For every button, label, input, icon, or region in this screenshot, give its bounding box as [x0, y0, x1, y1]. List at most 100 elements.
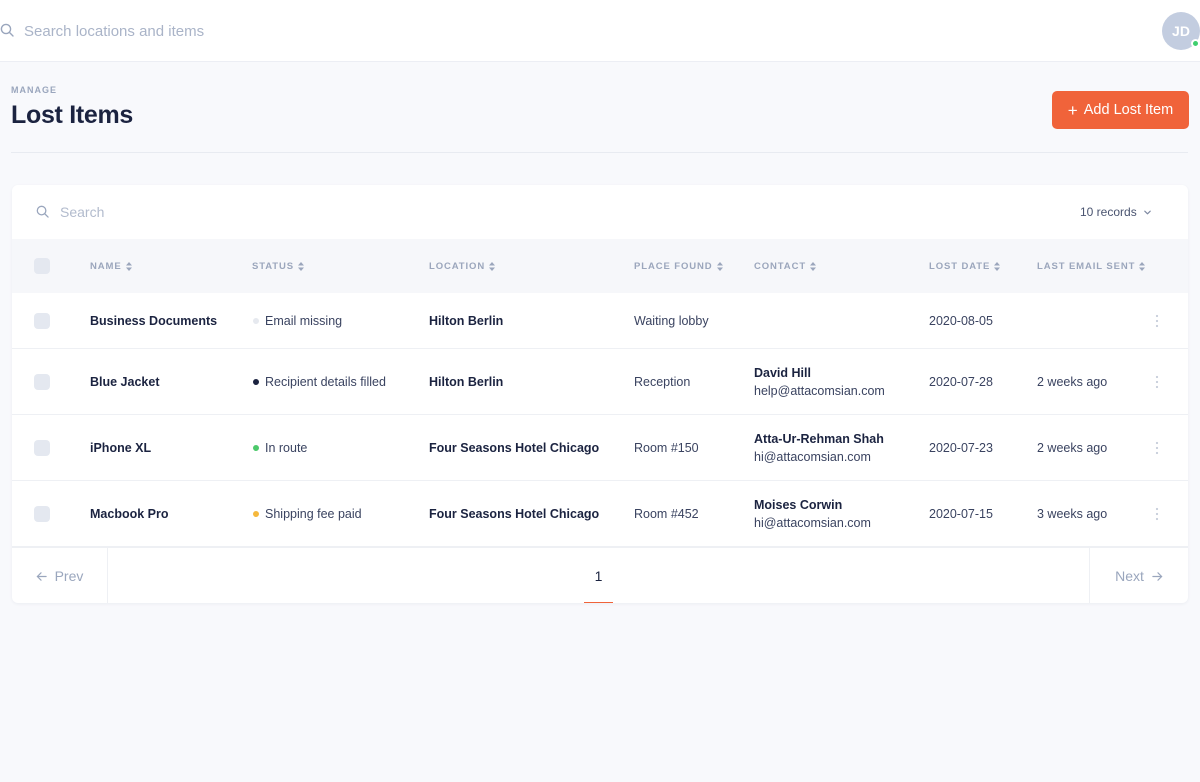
column-header-label: PLACE FOUND	[634, 260, 713, 272]
location: Four Seasons Hotel Chicago	[429, 506, 600, 521]
lost-date: 2020-08-05	[929, 313, 993, 328]
contact-cell: David Hill help@attacomsian.com	[754, 349, 885, 414]
contact-email: hi@attacomsian.com	[754, 449, 871, 464]
status-label: In route	[265, 440, 308, 455]
status-dot	[253, 444, 259, 451]
more-actions-icon[interactable]	[1154, 441, 1160, 455]
column-header-status[interactable]: STATUS	[252, 239, 304, 293]
column-header-label: NAME	[90, 260, 122, 272]
sort-icon	[716, 261, 723, 271]
column-header-label: LOCATION	[429, 260, 486, 272]
prev-label: Prev	[54, 568, 84, 584]
contact-name: Atta-Ur-Rehman Shah	[754, 431, 884, 446]
column-header-label: CONTACT	[754, 260, 807, 272]
last-email-sent: 2 weeks ago	[1037, 440, 1108, 455]
status-cell: Email missing	[253, 293, 342, 348]
column-header-label: LOST DATE	[929, 260, 991, 272]
table-row[interactable]: Macbook Pro Shipping fee paid Four Seaso…	[12, 481, 1188, 547]
next-label: Next	[1115, 568, 1144, 584]
status-dot	[253, 317, 259, 324]
online-status-indicator	[1191, 39, 1200, 48]
status-cell: Shipping fee paid	[253, 481, 362, 546]
contact-cell: Atta-Ur-Rehman Shah hi@attacomsian.com	[754, 415, 884, 480]
records-per-page-select[interactable]: 10 records	[1080, 203, 1170, 221]
global-search-input[interactable]	[24, 19, 424, 43]
last-email-sent: 2 weeks ago	[1037, 374, 1108, 389]
page-title: Lost Items	[11, 101, 134, 129]
arrow-left-icon	[36, 571, 47, 581]
location: Four Seasons Hotel Chicago	[429, 440, 600, 455]
chevron-down-icon	[1143, 210, 1151, 214]
sort-icon	[125, 261, 132, 271]
location: Hilton Berlin	[429, 374, 504, 389]
contact-email: help@attacomsian.com	[754, 383, 885, 398]
lost-items-card: 10 records NAME STATUS LOCATION PLACE FO…	[12, 185, 1188, 603]
contact-name: Moises Corwin	[754, 497, 843, 512]
contact-cell: Moises Corwin hi@attacomsian.com	[754, 481, 871, 546]
item-name: Blue Jacket	[90, 374, 160, 389]
search-icon	[0, 23, 14, 37]
contact-name: David Hill	[754, 365, 811, 380]
contact-email: hi@attacomsian.com	[754, 515, 871, 530]
more-actions-icon[interactable]	[1154, 375, 1160, 389]
item-name: Business Documents	[90, 313, 218, 328]
more-actions-icon[interactable]	[1154, 314, 1160, 328]
row-checkbox[interactable]	[34, 506, 50, 522]
table-row[interactable]: iPhone XL In route Four Seasons Hotel Ch…	[12, 415, 1188, 481]
column-header-name[interactable]: NAME	[90, 239, 132, 293]
top-bar: JD	[0, 0, 1200, 62]
search-icon	[36, 205, 49, 218]
sort-icon	[810, 261, 817, 271]
place-found: Room #150	[634, 440, 699, 455]
status-dot	[253, 378, 259, 385]
row-checkbox[interactable]	[34, 440, 50, 456]
page-number-button[interactable]: 1	[584, 548, 613, 603]
records-per-page-label: 10 records	[1080, 205, 1137, 219]
place-found: Reception	[634, 374, 691, 389]
pagination: Prev 1 Next	[12, 547, 1188, 603]
column-header-place-found[interactable]: PLACE FOUND	[634, 239, 723, 293]
lost-date: 2020-07-23	[929, 440, 993, 455]
plus-icon: +	[1067, 100, 1078, 120]
table-search-input[interactable]	[60, 201, 460, 223]
arrow-right-icon	[1152, 571, 1163, 581]
item-name: Macbook Pro	[90, 506, 169, 521]
status-label: Email missing	[265, 313, 343, 328]
last-email-sent: 3 weeks ago	[1037, 506, 1108, 521]
active-page-indicator	[584, 602, 613, 603]
table-row[interactable]: Blue Jacket Recipient details filled Hil…	[12, 349, 1188, 415]
column-header-lost-date[interactable]: LOST DATE	[929, 239, 1001, 293]
status-cell: In route	[253, 415, 307, 480]
status-label: Recipient details filled	[265, 374, 386, 389]
add-lost-item-label: Add Lost Item	[1083, 102, 1174, 118]
sort-icon	[489, 261, 496, 271]
prev-page-button[interactable]: Prev	[12, 548, 108, 603]
row-checkbox[interactable]	[34, 313, 50, 329]
sort-icon	[1139, 261, 1146, 271]
more-actions-icon[interactable]	[1154, 507, 1160, 521]
place-found: Room #452	[634, 506, 699, 521]
status-label: Shipping fee paid	[265, 506, 362, 521]
header-divider	[11, 152, 1188, 153]
lost-date: 2020-07-28	[929, 374, 993, 389]
sort-icon	[994, 261, 1001, 271]
lost-date: 2020-07-15	[929, 506, 993, 521]
next-page-button[interactable]: Next	[1089, 548, 1188, 603]
status-cell: Recipient details filled	[253, 349, 386, 414]
add-lost-item-button[interactable]: + Add Lost Item	[1052, 91, 1189, 129]
column-header-label: LAST EMAIL SENT	[1037, 260, 1136, 272]
place-found: Waiting lobby	[634, 313, 709, 328]
table-row[interactable]: Business Documents Email missing Hilton …	[12, 293, 1188, 349]
status-dot	[253, 510, 259, 517]
column-header-contact[interactable]: CONTACT	[754, 239, 817, 293]
page-eyebrow: MANAGE	[11, 85, 57, 95]
column-header-label: STATUS	[252, 260, 294, 272]
table-header: NAME STATUS LOCATION PLACE FOUND CONTACT…	[12, 239, 1188, 293]
select-all-checkbox[interactable]	[34, 258, 50, 274]
item-name: iPhone XL	[90, 440, 152, 455]
row-checkbox[interactable]	[34, 374, 50, 390]
sort-icon	[298, 261, 304, 271]
column-header-last-email-sent[interactable]: LAST EMAIL SENT	[1037, 239, 1146, 293]
column-header-location[interactable]: LOCATION	[429, 239, 496, 293]
location: Hilton Berlin	[429, 313, 504, 328]
